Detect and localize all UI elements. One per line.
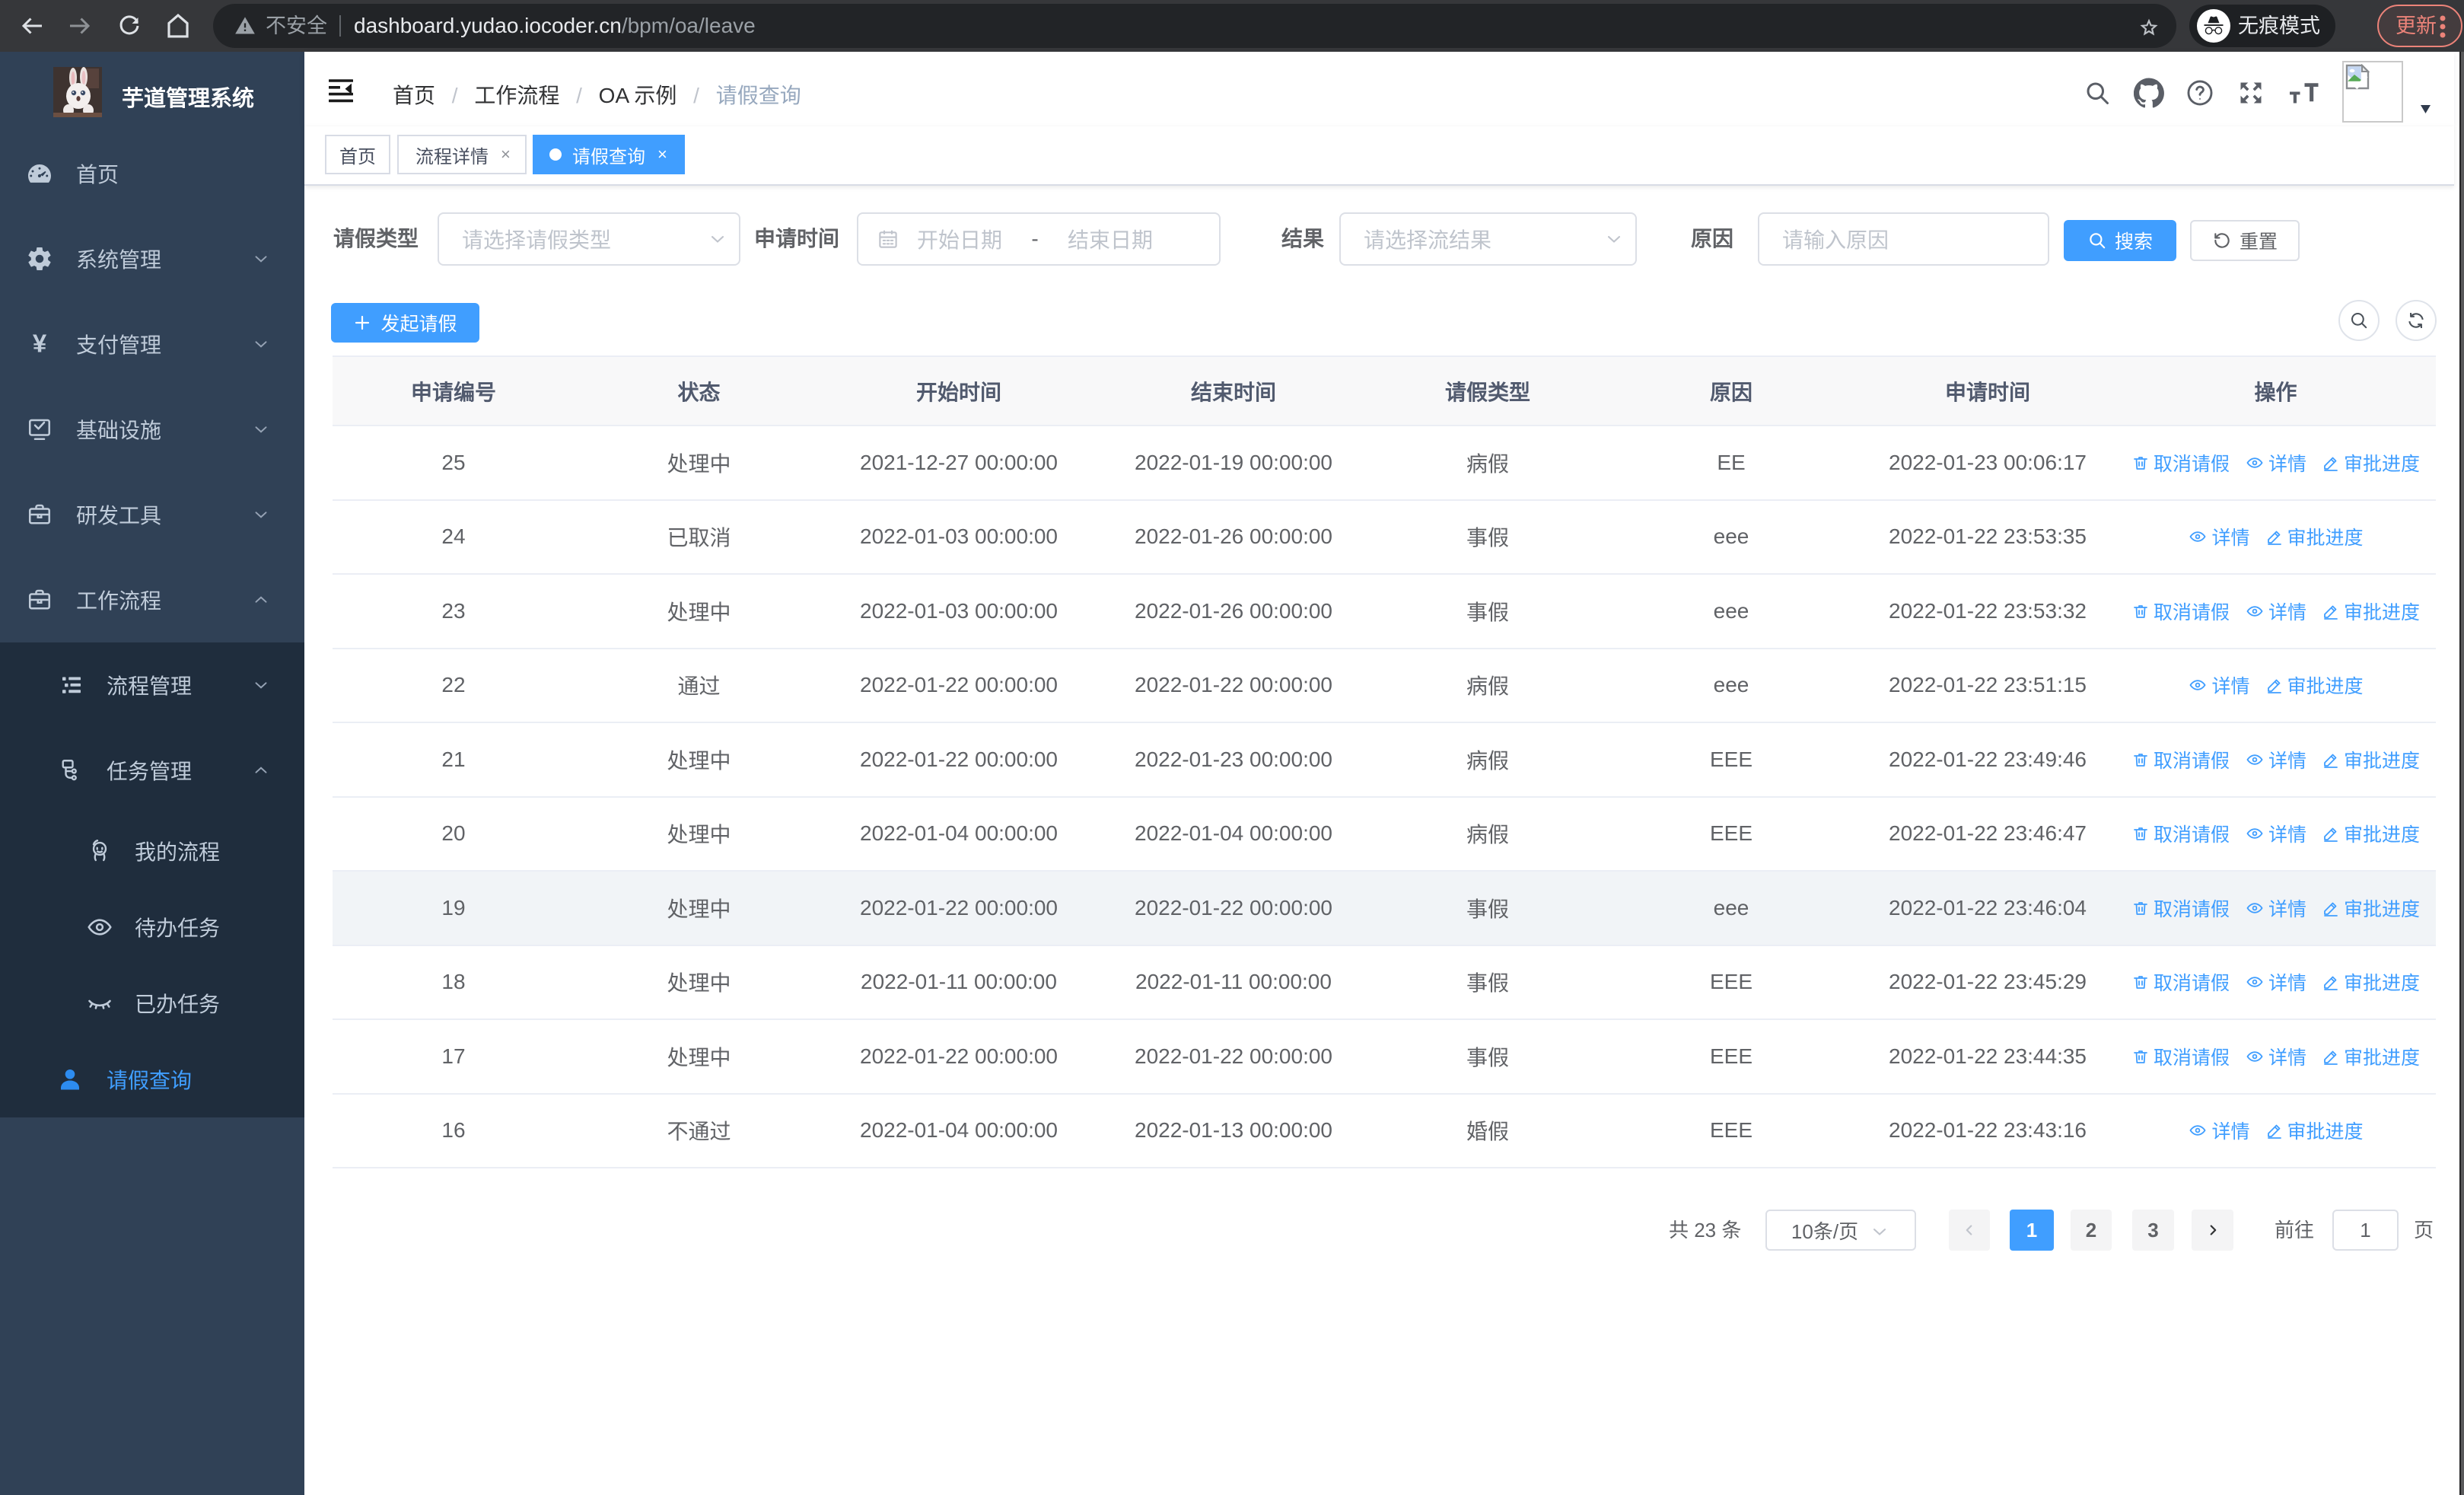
svg-text:¥: ¥ (33, 330, 47, 358)
